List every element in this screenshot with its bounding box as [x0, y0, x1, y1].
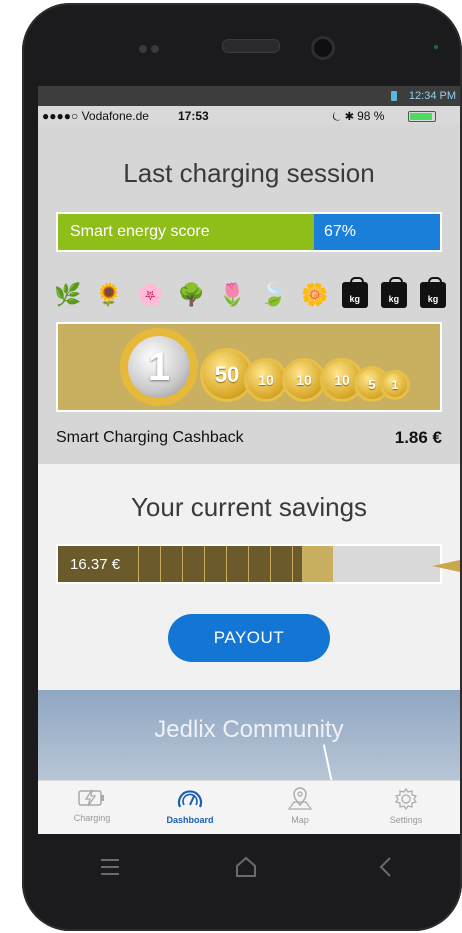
score-value: 67%	[313, 214, 440, 250]
gauge-icon	[177, 790, 203, 808]
community-title: Jedlix Community	[154, 716, 344, 743]
savings-segment-divider	[182, 546, 183, 582]
battery-icon	[408, 111, 436, 122]
impact-icons-row: 🌿 🌻 🌸 🌳 🌷 🍃 🌼 kg kg kg	[54, 277, 446, 312]
map-pin-icon	[287, 787, 313, 810]
gear-icon	[395, 787, 417, 811]
community-banner[interactable]: Jedlix Community	[38, 690, 460, 780]
home-icon[interactable]	[233, 854, 259, 880]
android-nav-bar	[38, 834, 460, 920]
sunflower-icon: 🌻	[95, 282, 123, 307]
back-icon[interactable]	[376, 854, 396, 880]
tulip-icon: 🌷	[218, 282, 247, 307]
plant-icon: 🌿	[54, 282, 82, 307]
tab-dashboard[interactable]: Dashboard	[150, 787, 230, 825]
leaves-icon: 🍃	[259, 282, 288, 307]
savings-segment-divider	[270, 546, 271, 582]
blossom-icon: 🌸	[136, 282, 164, 307]
savings-title: Your current savings	[130, 492, 368, 522]
cashback-row: Smart Charging Cashback 1.86 €	[56, 426, 442, 450]
savings-fill-recent	[302, 546, 333, 582]
tab-settings[interactable]: Settings	[366, 787, 446, 825]
carrier-label: ●●●●○ Vodafone.de	[42, 109, 149, 123]
tab-label: Map	[291, 815, 309, 825]
savings-amount: 16.37 €	[70, 556, 121, 573]
android-status-bar: 12:34 PM	[38, 86, 460, 106]
tab-charging[interactable]: Charging	[52, 787, 132, 823]
tab-map[interactable]: Map	[260, 787, 340, 825]
kg-weight-icon: kg	[380, 277, 407, 308]
tree-icon: 🌳	[177, 282, 206, 307]
app-screen: 12:34 PM ●●●●○ Vodafone.de 17:53 ⏾ ✱ 98 …	[38, 86, 460, 834]
savings-segment-divider	[160, 546, 161, 582]
earpiece-speaker	[222, 39, 280, 53]
payout-button[interactable]: PAYOUT	[168, 614, 330, 662]
savings-progress-bar: 16.37 €	[56, 544, 442, 584]
cashback-label: Smart Charging Cashback	[56, 429, 244, 446]
flower-icon: 🌼	[300, 282, 329, 307]
tab-label: Dashboard	[166, 815, 214, 825]
tab-label: Settings	[389, 815, 423, 825]
cashback-coins-panel: 1 50 10 10 10 5 1	[56, 322, 442, 412]
smart-energy-score-bar: Smart energy score 67%	[56, 212, 442, 252]
cashback-value: 1.86 €	[394, 428, 442, 447]
last-session-title: Last charging session	[123, 158, 375, 188]
tab-bar: Charging Dashboard Map Settings	[38, 780, 460, 834]
tab-label: Charging	[73, 813, 111, 823]
battery-percent: 98 %	[357, 109, 385, 123]
sensor-dot	[139, 45, 147, 53]
battery-icon	[391, 91, 397, 101]
kg-weight-icon: kg	[419, 277, 446, 308]
ios-clock: 17:53	[178, 109, 209, 123]
savings-segment-divider	[226, 546, 227, 582]
savings-segment-divider	[248, 546, 249, 582]
android-clock: 12:34 PM	[408, 90, 456, 102]
savings-pointer	[432, 560, 460, 572]
savings-segment-divider	[292, 546, 293, 582]
savings-segment-divider	[138, 546, 139, 582]
score-label: Smart energy score	[58, 214, 314, 250]
coin-1-cent: 1	[380, 370, 410, 400]
sensor-dot	[151, 45, 159, 53]
coin-1-euro: 1	[128, 336, 190, 398]
ios-status-icons: ⏾ ✱ 98 %	[332, 109, 385, 123]
ios-status-bar: ●●●●○ Vodafone.de 17:53 ⏾ ✱ 98 %	[38, 106, 460, 124]
front-camera	[311, 36, 335, 60]
notification-led	[434, 45, 438, 49]
menu-icon[interactable]	[98, 854, 122, 880]
wind-turbine	[322, 744, 336, 780]
lightning-icon	[78, 789, 104, 807]
savings-segment-divider	[204, 546, 205, 582]
kg-weight-icon: kg	[341, 277, 368, 308]
